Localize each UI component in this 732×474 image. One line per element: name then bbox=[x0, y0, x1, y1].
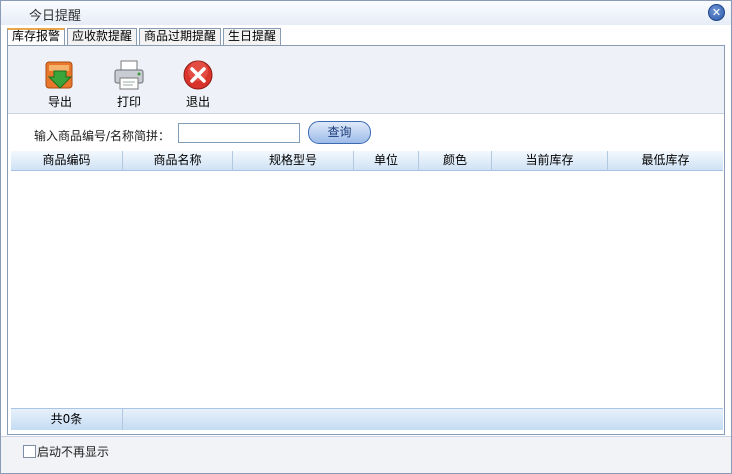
dont-show-again-label[interactable]: 启动不再显示 bbox=[37, 443, 109, 460]
column-header-current-stock[interactable]: 当前库存 bbox=[492, 151, 608, 171]
print-button[interactable]: 打印 bbox=[104, 58, 154, 110]
column-header-specification[interactable]: 规格型号 bbox=[233, 151, 354, 171]
print-label: 打印 bbox=[116, 95, 141, 109]
column-header-product-code[interactable]: 商品编码 bbox=[11, 151, 123, 171]
window-title: 今日提醒 bbox=[29, 9, 82, 24]
exit-icon bbox=[183, 60, 213, 90]
search-button[interactable]: 查询 bbox=[308, 121, 371, 144]
toolbar: 导出 打印 退出 bbox=[8, 46, 724, 114]
column-header-product-name[interactable]: 商品名称 bbox=[123, 151, 233, 171]
grid-header: 商品编码 商品名称 规格型号 单位 颜色 当前库存 最低库存 bbox=[11, 151, 723, 171]
dont-show-again-checkbox[interactable] bbox=[23, 445, 36, 458]
record-count: 共0条 bbox=[11, 409, 123, 430]
export-icon bbox=[45, 61, 73, 89]
printer-icon bbox=[114, 60, 144, 90]
exit-button[interactable]: 退出 bbox=[173, 58, 223, 110]
grid-footer: 共0条 bbox=[11, 408, 723, 430]
close-icon[interactable]: ✕ bbox=[708, 4, 725, 21]
column-header-unit[interactable]: 单位 bbox=[354, 151, 419, 171]
tab-receivables-reminder[interactable]: 应收款提醒 bbox=[67, 28, 138, 45]
tab-expiry-reminder[interactable]: 商品过期提醒 bbox=[139, 28, 222, 45]
export-button[interactable]: 导出 bbox=[35, 58, 85, 110]
reminder-window: 今日提醒 ✕ 库存报警 应收款提醒 商品过期提醒 生日提醒 导出 打印 退出 输… bbox=[0, 0, 732, 474]
search-input[interactable] bbox=[178, 123, 300, 143]
search-label: 输入商品编号/名称简拼： bbox=[34, 129, 171, 143]
tab-panel: 导出 打印 退出 输入商品编号/名称简拼： 查询 商品编码 商品名称 规格型号 … bbox=[7, 45, 725, 435]
export-label: 导出 bbox=[47, 95, 72, 109]
search-row: 输入商品编号/名称简拼： 查询 bbox=[8, 120, 724, 146]
tab-birthday-reminder[interactable]: 生日提醒 bbox=[223, 28, 282, 45]
column-header-minimum-stock[interactable]: 最低库存 bbox=[608, 151, 723, 171]
tab-bar: 库存报警 应收款提醒 商品过期提醒 生日提醒 bbox=[7, 28, 283, 45]
tab-stock-alert[interactable]: 库存报警 bbox=[7, 28, 66, 45]
title-bar: 今日提醒 ✕ bbox=[1, 1, 731, 25]
grid-body bbox=[11, 171, 723, 408]
exit-label: 退出 bbox=[185, 95, 210, 109]
column-header-color[interactable]: 颜色 bbox=[419, 151, 492, 171]
bottom-bar: 启动不再显示 bbox=[1, 436, 731, 473]
